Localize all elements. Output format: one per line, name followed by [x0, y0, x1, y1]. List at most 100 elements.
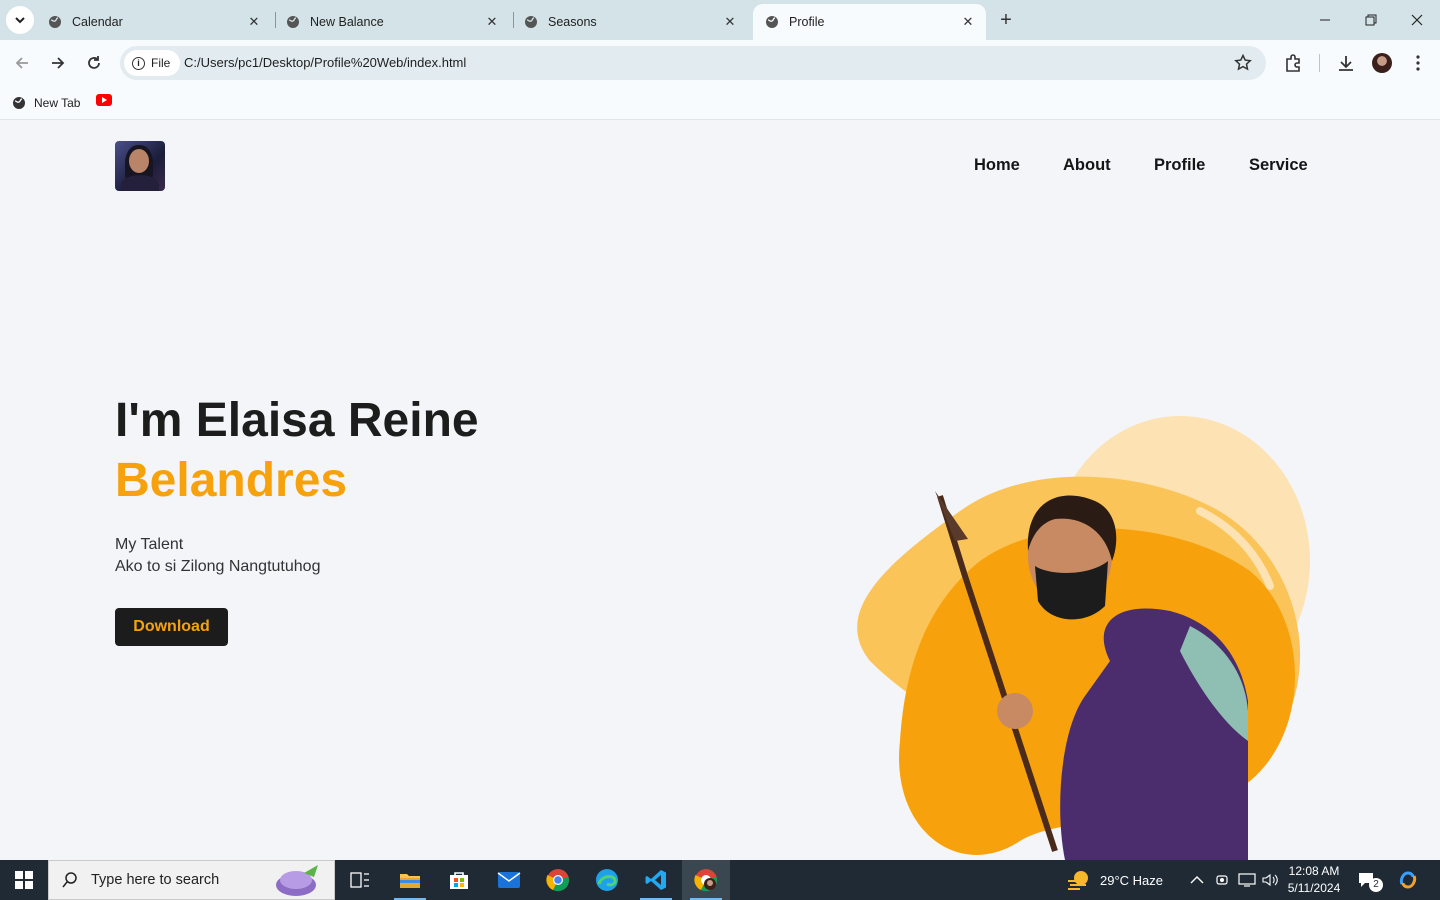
weather-haze-icon	[1068, 871, 1088, 890]
restore-icon	[1365, 14, 1377, 26]
copilot-button[interactable]	[1398, 860, 1418, 900]
chrome-button[interactable]	[534, 860, 582, 900]
bookmark-star-icon[interactable]	[1234, 54, 1252, 72]
hero-illustration	[857, 416, 1310, 860]
chrome-active-button[interactable]	[682, 860, 730, 900]
youtube-icon[interactable]	[96, 94, 112, 106]
store-icon	[450, 872, 468, 889]
copilot-icon	[1399, 871, 1417, 889]
taskbar-clock[interactable]: 12:08 AM 5/11/2024	[1282, 863, 1346, 897]
download-button[interactable]: Download	[115, 608, 228, 646]
close-icon[interactable]: ✕	[484, 14, 500, 30]
nav-about[interactable]: About	[1063, 156, 1111, 175]
puzzle-icon	[1286, 54, 1300, 72]
vscode-button[interactable]	[632, 860, 680, 900]
tab-search-button[interactable]	[6, 6, 34, 34]
windows-icon	[15, 871, 33, 889]
volume-icon[interactable]	[1262, 860, 1278, 900]
minimize-icon	[1320, 19, 1330, 21]
address-bar[interactable]: i File C:/Users/pc1/Desktop/Profile%20We…	[120, 46, 1266, 80]
site-info-chip[interactable]: i File	[124, 50, 181, 76]
new-tab-button[interactable]: +	[996, 10, 1016, 30]
bookmark-label: New Tab	[34, 96, 81, 110]
folder-icon	[400, 874, 420, 888]
reload-icon	[88, 56, 100, 69]
weather-widget[interactable]: 29°C Haze	[1066, 860, 1163, 900]
url-text[interactable]: C:/Users/pc1/Desktop/Profile%20Web/index…	[184, 55, 466, 70]
nav-service[interactable]: Service	[1249, 156, 1308, 175]
hero-title: I'm Elaisa Reine	[115, 394, 479, 447]
tab-calendar[interactable]: Calendar ✕	[36, 4, 272, 40]
minimize-button[interactable]	[1313, 8, 1337, 32]
tab-label: Calendar	[72, 15, 123, 29]
hero-name: Belandres	[115, 454, 348, 507]
close-icon[interactable]: ✕	[246, 14, 262, 30]
tab-label: Seasons	[548, 15, 597, 29]
tab-label: New Balance	[310, 15, 384, 29]
notification-count: 2	[1369, 878, 1383, 892]
chrome-profile-icon	[694, 869, 717, 892]
windows-taskbar: Type here to search 29°C Haze 12:08 AM 5…	[0, 860, 1440, 900]
restore-button[interactable]	[1359, 8, 1383, 32]
more-vertical-icon	[1416, 55, 1420, 71]
info-icon: i	[132, 56, 145, 70]
vscode-icon	[645, 870, 666, 890]
chrome-icon	[546, 869, 569, 892]
tab-profile[interactable]: Profile ✕	[753, 4, 986, 40]
globe-icon	[287, 16, 299, 28]
globe-icon	[525, 16, 537, 28]
arrow-left-icon	[15, 57, 28, 69]
back-button[interactable]	[9, 50, 35, 76]
file-explorer-button[interactable]	[386, 860, 434, 900]
task-view-icon	[350, 872, 369, 888]
nav-home[interactable]: Home	[974, 156, 1020, 175]
arrow-right-icon	[52, 57, 65, 69]
speaker-icon	[1262, 873, 1278, 887]
site-logo[interactable]	[115, 141, 165, 191]
bookmarks-bar: New Tab	[0, 86, 1440, 120]
show-hidden-icons[interactable]	[1190, 860, 1204, 900]
globe-icon	[13, 97, 25, 109]
globe-icon	[49, 16, 61, 28]
extensions-button[interactable]	[1282, 52, 1304, 74]
talent-label: My Talent	[115, 536, 184, 553]
tab-seasons[interactable]: Seasons ✕	[512, 4, 748, 40]
search-highlight-icon	[276, 865, 318, 896]
tab-new-balance[interactable]: New Balance ✕	[274, 4, 510, 40]
close-icon[interactable]: ✕	[960, 14, 976, 30]
search-icon	[62, 872, 77, 888]
search-placeholder: Type here to search	[91, 872, 220, 888]
mail-button[interactable]	[485, 860, 533, 900]
downloads-button[interactable]	[1335, 52, 1357, 74]
close-icon[interactable]: ✕	[722, 14, 738, 30]
nav-profile[interactable]: Profile	[1154, 156, 1205, 175]
web-page: Home About Profile Service I'm Elaisa Re…	[0, 121, 1440, 860]
clock-time: 12:08 AM	[1288, 864, 1340, 878]
network-icon[interactable]	[1238, 860, 1256, 900]
profile-avatar[interactable]	[1372, 53, 1392, 73]
talent-text: Ako to si Zilong Nangtutuhog	[115, 558, 321, 575]
bookmark-new-tab[interactable]: New Tab	[12, 93, 80, 113]
forward-button[interactable]	[45, 50, 71, 76]
meet-now-icon[interactable]	[1215, 860, 1229, 900]
tab-label: Profile	[789, 15, 825, 29]
edge-icon	[596, 869, 618, 891]
taskbar-search[interactable]: Type here to search	[48, 860, 335, 900]
tab-strip: Calendar ✕ New Balance ✕ Seasons ✕ Profi…	[0, 0, 1440, 40]
chevron-up-icon	[1190, 876, 1204, 884]
close-icon	[1411, 14, 1423, 26]
notification-center[interactable]: 2	[1357, 860, 1383, 900]
task-view-button[interactable]	[336, 860, 384, 900]
mail-icon	[497, 872, 521, 888]
weather-text: 29°C Haze	[1100, 872, 1164, 888]
browser-toolbar: i File C:/Users/pc1/Desktop/Profile%20We…	[0, 40, 1440, 86]
menu-button[interactable]	[1407, 52, 1429, 74]
store-button[interactable]	[435, 860, 483, 900]
globe-icon	[766, 16, 778, 28]
site-chip-label: File	[151, 56, 171, 70]
edge-button[interactable]	[583, 860, 631, 900]
reload-button[interactable]	[81, 50, 107, 76]
clock-date: 5/11/2024	[1287, 881, 1341, 895]
close-window-button[interactable]	[1405, 8, 1429, 32]
start-button[interactable]	[0, 860, 48, 900]
